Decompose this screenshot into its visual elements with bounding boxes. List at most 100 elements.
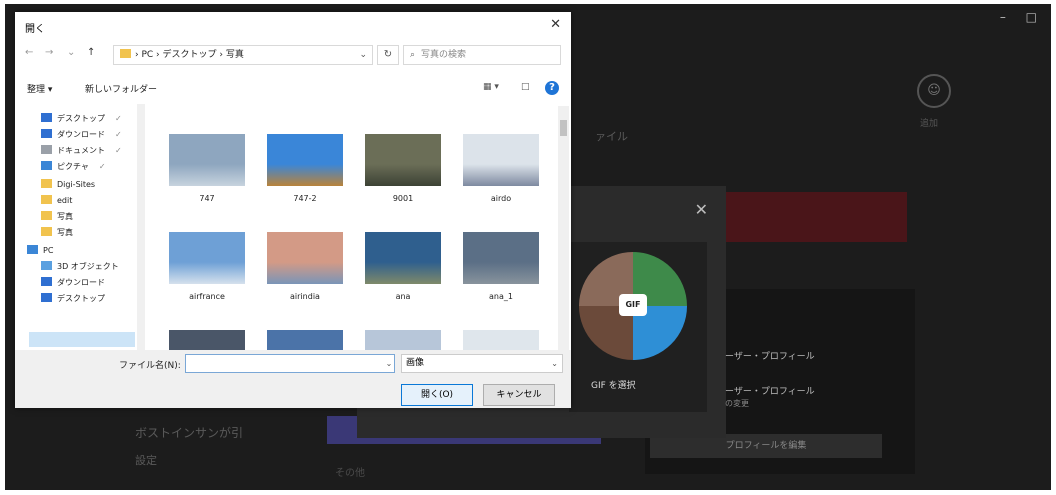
file-name: airdo xyxy=(490,194,512,203)
gif-badge: GIF xyxy=(619,294,647,316)
dialog-footer: ファイル名(N): ⌄ 画像 ⌄ 開く(O) キャンセル xyxy=(15,350,571,408)
folder-icon xyxy=(41,161,52,170)
sidebar-item[interactable]: PC xyxy=(27,244,53,258)
file-item[interactable] xyxy=(459,330,543,350)
folder-icon xyxy=(120,49,131,58)
file-item[interactable] xyxy=(165,330,249,350)
file-item[interactable] xyxy=(263,330,347,350)
sidebar-item-label: Digi-Sites xyxy=(57,180,96,189)
file-item[interactable]: ana xyxy=(361,232,445,301)
open-button[interactable]: 開く(O) xyxy=(401,384,473,406)
sidebar-item[interactable]: ダウンロード ✓ xyxy=(41,128,122,142)
sidebar-item[interactable]: デスクトップ xyxy=(41,292,105,306)
sidebar-item-label: ピクチャ xyxy=(57,162,89,171)
image-thumbnail xyxy=(463,330,539,350)
sidebar-item-label: デスクトップ xyxy=(57,294,105,303)
sidebar-item-label: ダウンロード xyxy=(57,278,105,287)
image-thumbnail xyxy=(169,134,245,186)
file-name: airfrance xyxy=(189,292,225,301)
image-thumbnail xyxy=(463,134,539,186)
profile-text: ーザー・プロフィール xyxy=(725,387,815,397)
background-settings-label: 設定 xyxy=(135,454,157,467)
folder-icon xyxy=(41,145,52,154)
sidebar-item[interactable]: ダウンロード xyxy=(41,276,105,290)
file-grid-scrollbar[interactable] xyxy=(558,106,569,350)
cancel-button[interactable]: キャンセル xyxy=(483,384,555,406)
image-thumbnail xyxy=(169,232,245,284)
add-circle-icon[interactable]: ☺ xyxy=(917,74,951,108)
folder-icon xyxy=(41,113,52,122)
file-item[interactable]: airfrance xyxy=(165,232,249,301)
window-controls[interactable]: – □ xyxy=(1000,10,1045,24)
preview-pane-icon[interactable]: □ xyxy=(521,82,530,92)
chevron-down-icon[interactable]: ⌄ xyxy=(359,46,367,64)
folder-icon xyxy=(41,179,52,188)
background-other-label: その他 xyxy=(335,468,365,479)
chevron-down-icon: ⌄ xyxy=(551,359,558,368)
new-folder-button[interactable]: 新しいフォルダー xyxy=(85,82,157,95)
background-heading: ァイル xyxy=(595,130,628,143)
sidebar-item[interactable]: 写真 xyxy=(41,226,73,240)
folder-icon xyxy=(41,129,52,138)
sidebar-item[interactable]: ドキュメント ✓ xyxy=(41,144,122,158)
organize-button[interactable]: 整理 ▾ xyxy=(27,82,52,95)
file-item[interactable]: 747-2 xyxy=(263,134,347,203)
file-name: 747 xyxy=(199,194,215,203)
sidebar-item[interactable]: Digi-Sites xyxy=(41,178,95,192)
up-arrow-icon[interactable]: ↑ xyxy=(87,47,95,58)
file-item[interactable]: 747 xyxy=(165,134,249,203)
folder-icon xyxy=(41,261,52,270)
image-thumbnail xyxy=(267,330,343,350)
background-section-title: ボストインサンが引 xyxy=(135,426,244,440)
address-bar[interactable]: › PC › デスクトップ › 写真 ⌄ xyxy=(113,45,373,65)
close-icon[interactable]: ✕ xyxy=(695,200,708,219)
pin-icon[interactable]: ✓ xyxy=(115,146,122,155)
folder-icon xyxy=(27,245,38,254)
pin-icon[interactable]: ✓ xyxy=(115,114,122,123)
search-placeholder: 写真の検索 xyxy=(421,50,467,60)
forward-arrow-icon[interactable]: → xyxy=(45,47,53,58)
dialog-toolbar: 整理 ▾ 新しいフォルダー ▦ ▾ □ ? xyxy=(15,78,571,100)
file-item[interactable]: 9001 xyxy=(361,134,445,203)
sidebar-item[interactable]: 3D オブジェクト xyxy=(41,260,119,274)
pin-icon[interactable]: ✓ xyxy=(99,162,106,171)
pin-icon[interactable]: ✓ xyxy=(115,130,122,139)
image-thumbnail xyxy=(267,134,343,186)
file-item[interactable]: ana_1 xyxy=(459,232,543,301)
search-input[interactable]: ⌕ 写真の検索 xyxy=(403,45,561,65)
file-item[interactable]: airdo xyxy=(459,134,543,203)
filetype-select[interactable]: 画像 ⌄ xyxy=(401,354,563,373)
sidebar-item-label: デスクトップ xyxy=(57,114,105,123)
help-icon[interactable]: ? xyxy=(545,81,559,95)
file-name: airindia xyxy=(290,292,320,301)
sidebar-item-label: ダウンロード xyxy=(57,130,105,139)
profile-text: ーザー・プロフィール xyxy=(725,352,815,362)
select-gif-label[interactable]: GIF を選択 xyxy=(591,378,636,391)
sidebar-item-label: 写真 xyxy=(57,212,73,221)
sidebar-scrollbar[interactable] xyxy=(137,104,145,350)
chevron-down-icon[interactable]: ⌄ xyxy=(381,354,397,373)
sidebar-item-label: ドキュメント xyxy=(57,146,105,155)
refresh-button[interactable]: ↻ xyxy=(377,45,399,65)
file-name: ana_1 xyxy=(489,292,513,301)
image-thumbnail xyxy=(365,232,441,284)
back-arrow-icon[interactable]: ← xyxy=(25,47,33,58)
file-item[interactable] xyxy=(361,330,445,350)
sidebar-item[interactable]: デスクトップ ✓ xyxy=(41,112,122,126)
sidebar-item-label: PC xyxy=(43,246,54,255)
close-icon[interactable]: ✕ xyxy=(550,17,561,32)
open-file-dialog: 開く ✕ ← → ⌄ ↑ › PC › デスクトップ › 写真 ⌄ ↻ ⌕ 写真の… xyxy=(15,12,571,408)
image-thumbnail xyxy=(463,232,539,284)
folder-icon xyxy=(41,227,52,236)
add-circle-label: 追加 xyxy=(920,119,939,129)
chevron-down-icon[interactable]: ⌄ xyxy=(67,47,75,58)
sidebar-item[interactable]: 写真 xyxy=(41,210,73,224)
sidebar-item[interactable]: ピクチャ ✓ xyxy=(41,160,106,174)
image-thumbnail xyxy=(169,330,245,350)
scrollbar-thumb[interactable] xyxy=(560,120,567,136)
sidebar-item[interactable]: edit xyxy=(41,194,72,208)
profile-change-text: の変更 xyxy=(725,399,749,408)
view-options-icon[interactable]: ▦ ▾ xyxy=(483,82,499,92)
filename-input[interactable] xyxy=(185,354,395,373)
file-item[interactable]: airindia xyxy=(263,232,347,301)
